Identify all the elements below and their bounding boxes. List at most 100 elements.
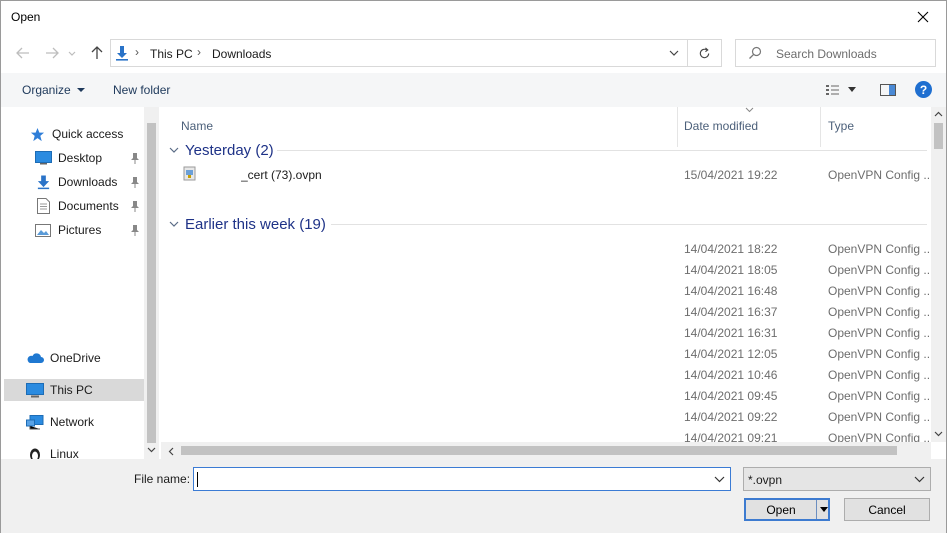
file-name-dropdown[interactable] bbox=[708, 468, 730, 490]
group-header-yesterday[interactable]: Yesterday (2) bbox=[169, 140, 274, 160]
computer-icon bbox=[26, 382, 44, 398]
file-type: OpenVPN Config ... bbox=[828, 168, 931, 182]
file-date: 14/04/2021 16:31 bbox=[684, 326, 778, 340]
group-divider bbox=[331, 224, 927, 225]
preview-pane-button[interactable] bbox=[877, 82, 899, 98]
file-list: Name Date modified Type Yesterday (2) _c… bbox=[161, 107, 931, 442]
column-divider[interactable] bbox=[677, 107, 678, 147]
table-row[interactable]: 14/04/2021 09:22 OpenVPN Config ... bbox=[161, 407, 931, 428]
nav-item-documents[interactable]: Documents bbox=[4, 195, 144, 217]
breadcrumb-downloads[interactable]: Downloads bbox=[212, 47, 271, 61]
file-date: 14/04/2021 10:46 bbox=[684, 368, 778, 382]
file-name-input[interactable] bbox=[193, 467, 731, 491]
scroll-up-arrow[interactable] bbox=[931, 107, 946, 121]
file-date: 14/04/2021 16:48 bbox=[684, 284, 778, 298]
chevron-down-icon bbox=[934, 431, 943, 437]
back-button[interactable] bbox=[13, 43, 33, 63]
filter-dropdown[interactable] bbox=[908, 468, 930, 490]
file-date: 14/04/2021 16:37 bbox=[684, 305, 778, 319]
chevron-down-icon bbox=[68, 51, 76, 56]
group-label: Yesterday (2) bbox=[185, 141, 274, 159]
group-label: Earlier this week (19) bbox=[185, 215, 326, 233]
table-row[interactable]: 14/04/2021 09:45 OpenVPN Config ... bbox=[161, 386, 931, 407]
search-icon bbox=[749, 46, 762, 59]
file-type: OpenVPN Config ... bbox=[828, 389, 931, 403]
scroll-thumb[interactable] bbox=[934, 123, 943, 149]
column-header-name[interactable]: Name bbox=[181, 112, 213, 140]
scroll-thumb[interactable] bbox=[147, 123, 156, 443]
refresh-button[interactable] bbox=[688, 39, 722, 67]
forward-arrow-icon bbox=[46, 47, 59, 59]
address-history-button[interactable] bbox=[661, 40, 687, 66]
file-name-label: File name: bbox=[134, 472, 191, 486]
cancel-button[interactable]: Cancel bbox=[844, 498, 930, 521]
address-bar[interactable]: › This PC › Downloads bbox=[110, 39, 688, 67]
nav-item-network[interactable]: Network bbox=[4, 411, 144, 433]
file-list-horizontal-scrollbar[interactable] bbox=[161, 442, 931, 459]
forward-button[interactable] bbox=[42, 43, 62, 63]
scroll-thumb[interactable] bbox=[181, 446, 897, 455]
table-row[interactable]: 14/04/2021 16:31 OpenVPN Config ... bbox=[161, 323, 931, 344]
up-button[interactable] bbox=[87, 43, 107, 63]
recent-locations-button[interactable] bbox=[65, 43, 79, 63]
table-row[interactable]: 14/04/2021 18:22 OpenVPN Config ... bbox=[161, 239, 931, 260]
column-header-type[interactable]: Type bbox=[828, 112, 854, 140]
details-view-icon bbox=[826, 85, 839, 95]
star-icon bbox=[28, 126, 46, 142]
nav-item-desktop[interactable]: Desktop bbox=[4, 147, 144, 169]
nav-item-label: Quick access bbox=[52, 127, 124, 141]
document-icon bbox=[34, 198, 52, 214]
file-type-filter[interactable]: *.ovpn bbox=[743, 467, 931, 491]
nav-item-label: Desktop bbox=[58, 151, 103, 165]
nav-item-onedrive[interactable]: OneDrive bbox=[4, 347, 144, 369]
table-row[interactable]: 14/04/2021 18:05 OpenVPN Config ... bbox=[161, 260, 931, 281]
scroll-down-arrow[interactable] bbox=[931, 427, 946, 441]
view-options-button[interactable] bbox=[845, 82, 859, 98]
file-name: _cert (73).ovpn bbox=[241, 168, 322, 182]
new-folder-button[interactable]: New folder bbox=[113, 83, 170, 97]
breadcrumb-separator: › bbox=[135, 45, 139, 59]
column-header-date-modified[interactable]: Date modified bbox=[684, 112, 758, 140]
file-date: 14/04/2021 09:21 bbox=[684, 431, 778, 442]
nav-item-linux[interactable]: Linux bbox=[4, 443, 144, 459]
config-file-icon bbox=[183, 166, 196, 181]
scroll-left-arrow[interactable] bbox=[163, 444, 178, 458]
open-file-dialog: Open › This PC › Downloads Search Downlo… bbox=[0, 0, 947, 533]
nav-item-this-pc[interactable]: This PC bbox=[4, 379, 144, 401]
breadcrumb-this-pc[interactable]: This PC bbox=[150, 47, 193, 61]
up-arrow-icon bbox=[91, 46, 103, 59]
close-button[interactable] bbox=[900, 1, 946, 33]
table-row[interactable]: 14/04/2021 10:46 OpenVPN Config ... bbox=[161, 365, 931, 386]
close-icon bbox=[917, 11, 929, 23]
file-date: 14/04/2021 18:22 bbox=[684, 242, 778, 256]
caret-down-icon bbox=[819, 507, 828, 512]
table-row[interactable]: _cert (73).ovpn 15/04/2021 19:22 OpenVPN… bbox=[161, 165, 931, 186]
scroll-down-arrow[interactable] bbox=[144, 443, 159, 457]
open-label: Open bbox=[766, 503, 796, 517]
file-type: OpenVPN Config ... bbox=[828, 431, 931, 442]
chevron-down-icon bbox=[914, 476, 924, 482]
search-box[interactable]: Search Downloads bbox=[735, 39, 936, 67]
table-row[interactable]: 14/04/2021 16:37 OpenVPN Config ... bbox=[161, 302, 931, 323]
change-view-button[interactable] bbox=[823, 82, 845, 98]
group-header-earlier-this-week[interactable]: Earlier this week (19) bbox=[169, 214, 326, 234]
table-row[interactable]: 14/04/2021 16:48 OpenVPN Config ... bbox=[161, 281, 931, 302]
nav-item-pictures[interactable]: Pictures bbox=[4, 219, 144, 241]
nav-pane-scrollbar[interactable] bbox=[144, 107, 159, 459]
nav-item-downloads[interactable]: Downloads bbox=[4, 171, 144, 193]
scroll-up-arrow[interactable] bbox=[144, 107, 159, 121]
open-button[interactable]: Open bbox=[744, 498, 830, 521]
pin-icon bbox=[131, 153, 139, 164]
file-type: OpenVPN Config ... bbox=[828, 326, 931, 340]
organize-button[interactable]: Organize bbox=[22, 83, 85, 97]
help-button[interactable]: ? bbox=[915, 81, 932, 98]
chevron-down-icon bbox=[169, 221, 179, 227]
table-row[interactable]: 14/04/2021 09:21 OpenVPN Config ... bbox=[161, 428, 931, 442]
download-arrow-icon bbox=[34, 174, 52, 190]
column-divider[interactable] bbox=[820, 107, 821, 147]
nav-item-label: Downloads bbox=[58, 175, 118, 189]
table-row[interactable]: 14/04/2021 12:05 OpenVPN Config ... bbox=[161, 344, 931, 365]
file-list-vertical-scrollbar[interactable] bbox=[931, 107, 946, 442]
nav-item-quick-access[interactable]: Quick access bbox=[4, 123, 144, 145]
open-options-button[interactable] bbox=[816, 500, 830, 519]
